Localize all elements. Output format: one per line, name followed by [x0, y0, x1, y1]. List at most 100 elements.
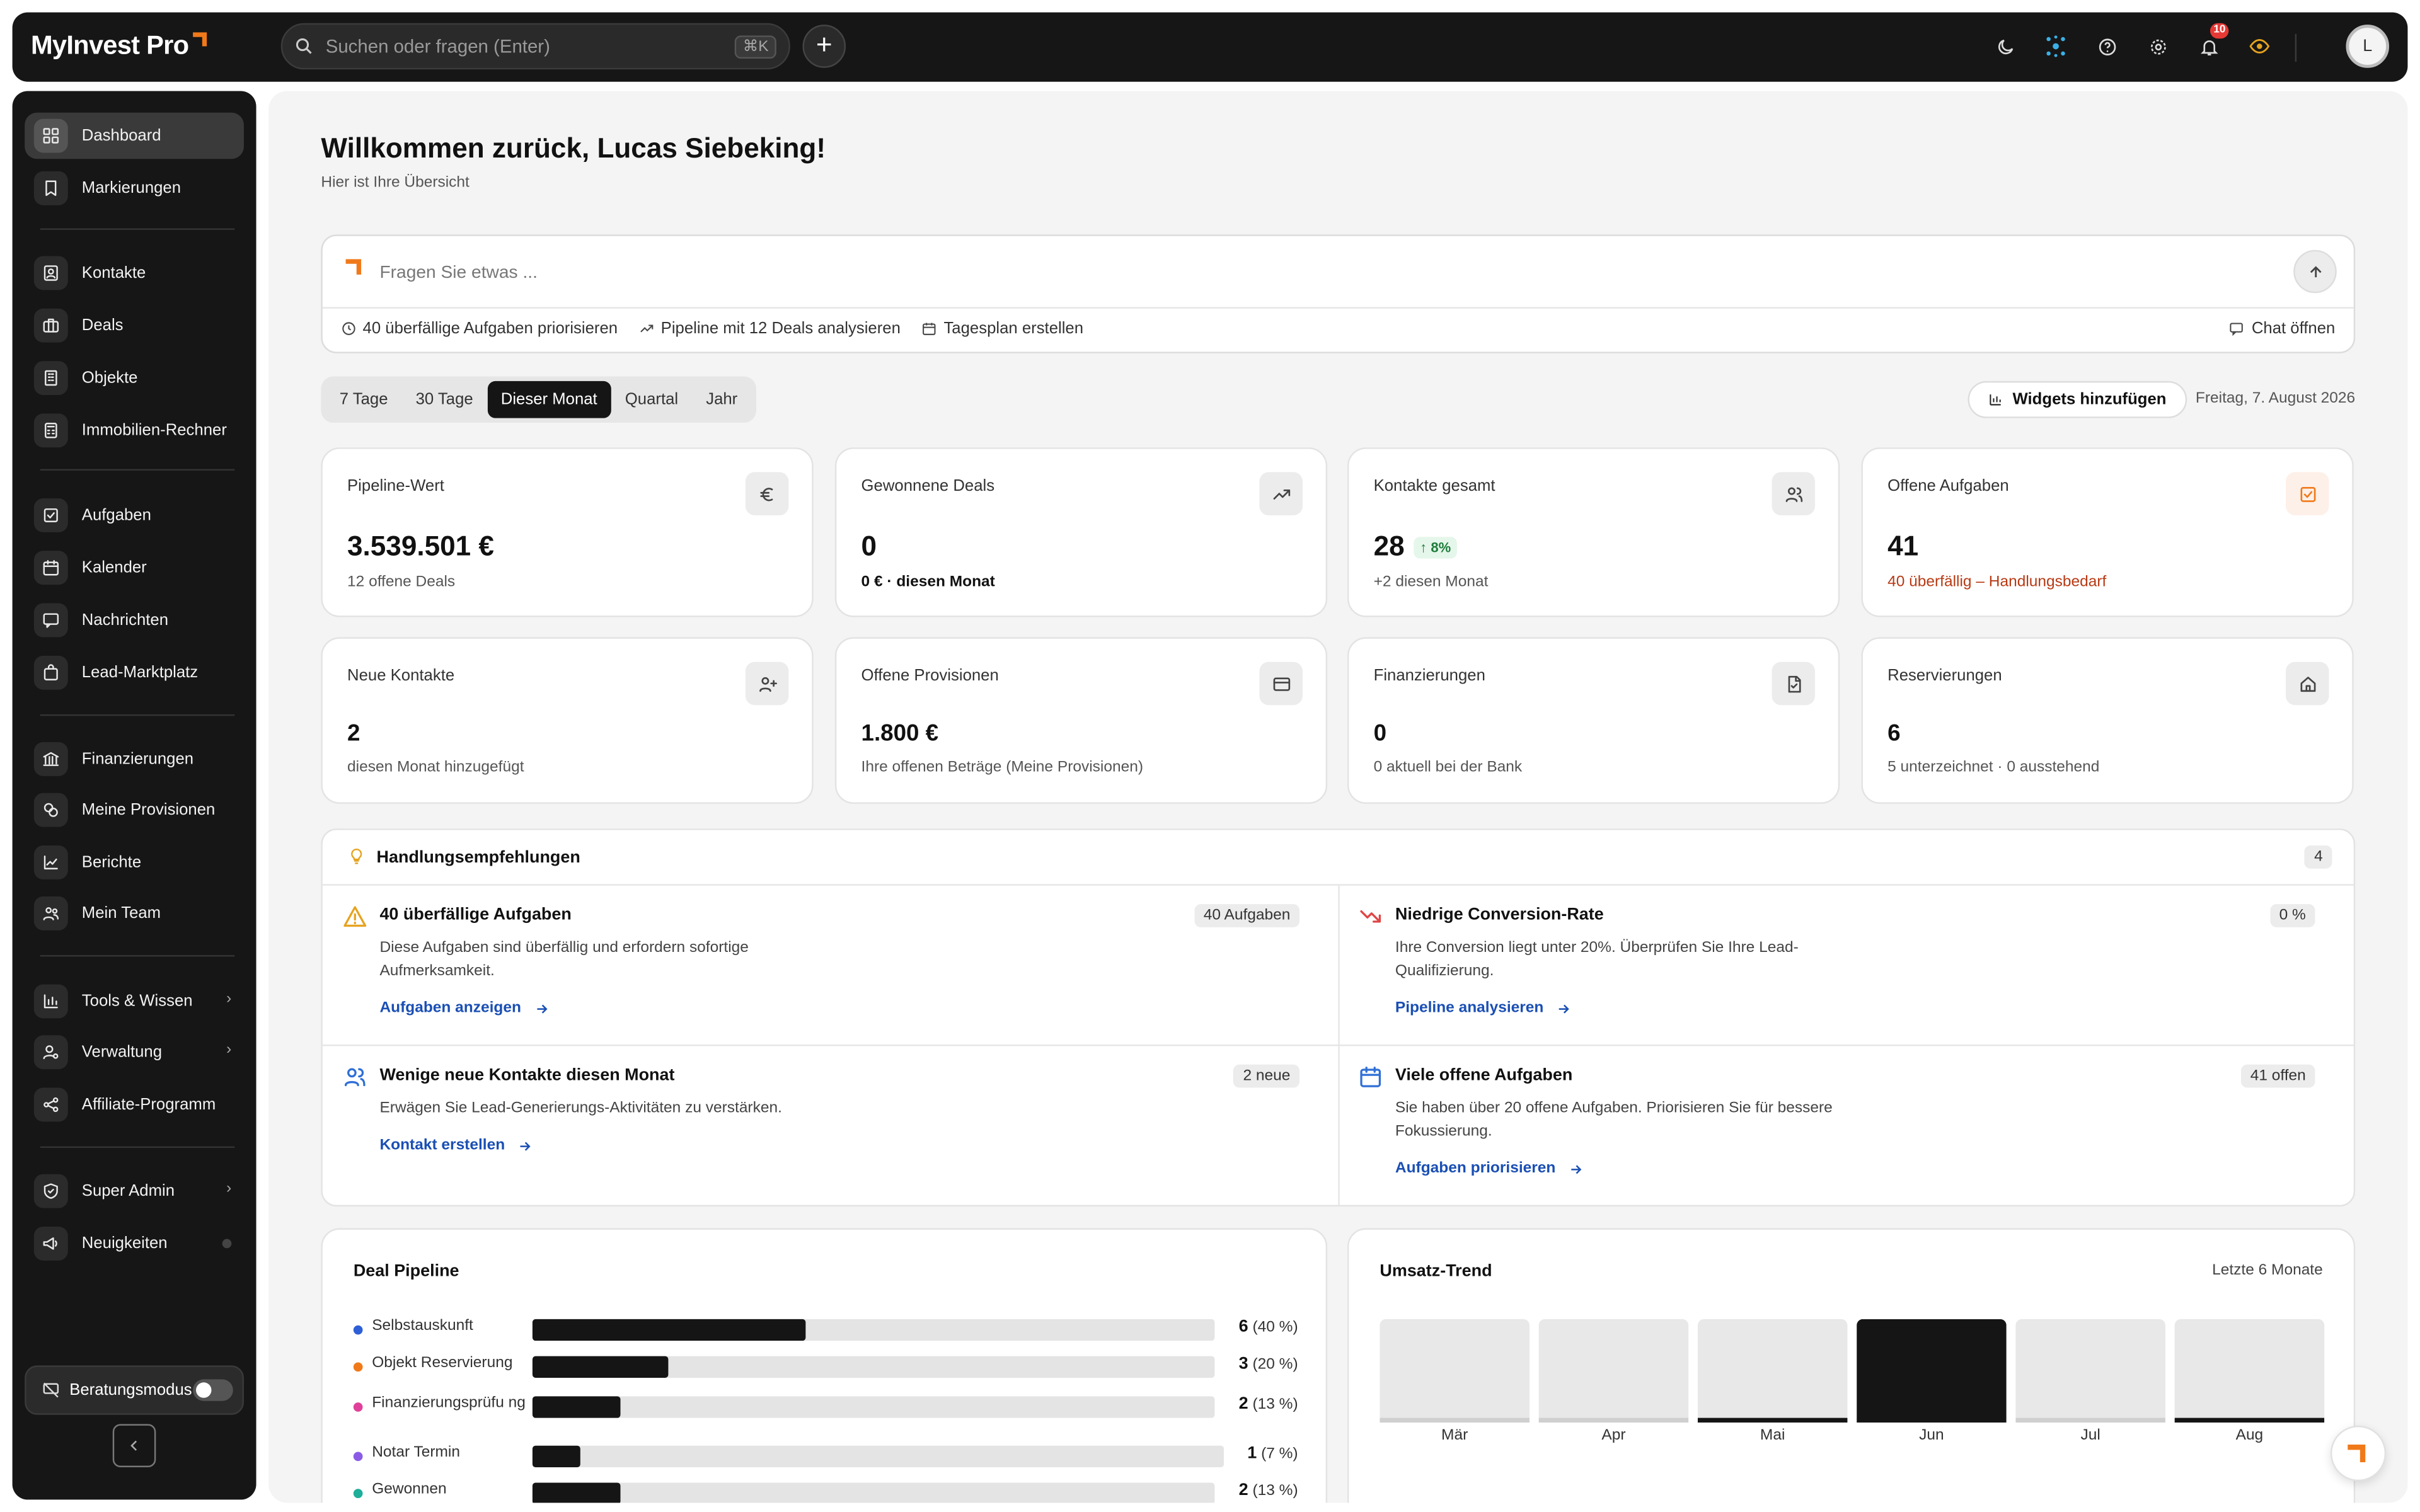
stage-count: 3: [1238, 1354, 1248, 1373]
recommendation-description: Ihre Conversion liegt unter 20%. Überprü…: [1395, 939, 1799, 980]
recommendation-tag: 40 Aufgaben: [1194, 904, 1300, 927]
add-widgets-label: Widgets hinzufügen: [2012, 390, 2167, 409]
trend-bar[interactable]: [1857, 1319, 2007, 1423]
sidebar-item-immobilien-rechner[interactable]: Immobilien-Rechner: [25, 408, 244, 454]
add-widgets-button[interactable]: Widgets hinzufügen: [1968, 381, 2187, 418]
calendar-icon: [923, 323, 936, 335]
ai-assistant-fab[interactable]: [2330, 1425, 2387, 1482]
sidebar-item-deals[interactable]: Deals: [25, 302, 244, 348]
kpi-subtext: 0 € · diesen Monat: [861, 574, 995, 591]
recommendation-link[interactable]: Kontakt erstellen: [379, 1137, 533, 1154]
sidebar-item-super-admin[interactable]: Super Admin ›: [25, 1168, 244, 1214]
quick-action-dayplan[interactable]: Tagesplan erstellen: [922, 319, 1083, 338]
sidebar-item-tools-wissen[interactable]: Tools & Wissen ›: [25, 978, 244, 1024]
deal-pipeline-card: Deal Pipeline Selbstauskunft 6 (40 %) Obje…: [321, 1228, 1328, 1503]
pipeline-row[interactable]: Gewonnen 2 (13 %): [353, 1477, 1298, 1503]
sidebar-item-meine-provisionen[interactable]: Meine Provisionen: [25, 787, 244, 833]
sidebar-item-berichte[interactable]: Berichte: [25, 839, 244, 885]
monitor-off-icon: [43, 1382, 59, 1398]
kpi-card[interactable]: Pipeline-Wert 3.539.501 € 12 offene Deals: [321, 447, 814, 617]
pipeline-row[interactable]: Notar Termin 1 (7 %): [353, 1440, 1298, 1477]
send-button[interactable]: [2293, 249, 2337, 294]
kpi-icon-wrap: [2285, 472, 2329, 515]
sidebar-collapse-button[interactable]: [112, 1424, 156, 1467]
sidebar-item-affiliate-programm[interactable]: Affiliate-Programm: [25, 1082, 244, 1128]
kpi-card[interactable]: Reservierungen 6 5 unterzeichnet · 0 ausst…: [1861, 637, 2354, 804]
nav-icon-wrap: [33, 896, 68, 931]
recommendation-tag: 41 offen: [2241, 1064, 2315, 1088]
range-tab[interactable]: Dieser Monat: [487, 381, 611, 418]
sidebar-item-neuigkeiten[interactable]: Neuigkeiten: [25, 1220, 244, 1266]
kpi-card[interactable]: Offene Provisionen 1.800 € Ihre offenen Be…: [834, 637, 1328, 804]
sidebar-item-mein-team[interactable]: Mein Team: [25, 890, 244, 936]
recommendation-link-label: Aufgaben priorisieren: [1395, 1160, 1556, 1177]
trending-up-icon: [640, 324, 654, 333]
sidebar-item-dashboard[interactable]: Dashboard: [25, 112, 244, 159]
sidebar-item-verwaltung[interactable]: Verwaltung ›: [25, 1029, 244, 1075]
sidebar-item-label: Deals: [81, 316, 124, 335]
settings-gear-icon[interactable]: [2142, 31, 2173, 62]
stage-bar-track: [532, 1482, 1215, 1503]
dark-mode-icon[interactable]: [1990, 31, 2020, 62]
trend-bar[interactable]: [2174, 1319, 2325, 1423]
kpi-card[interactable]: Offene Aufgaben 41 40 überfällig – Handlun…: [1861, 447, 2354, 617]
beratungsmodus-toggle[interactable]: [193, 1379, 233, 1401]
stage-bar-track: [532, 1445, 1224, 1467]
network-icon[interactable]: [2041, 31, 2071, 62]
recommendation-link[interactable]: Pipeline analysieren: [1395, 1000, 1572, 1017]
pipeline-row[interactable]: Selbstauskunft 6 (40 %): [353, 1313, 1298, 1350]
sidebar-item-kalender[interactable]: Kalender: [25, 544, 244, 590]
sidebar-item-markierungen[interactable]: Markierungen: [25, 165, 244, 211]
sidebar-item-finanzierungen[interactable]: Finanzierungen: [25, 736, 244, 782]
sidebar-item-kontakte[interactable]: Kontakte: [25, 250, 244, 296]
trend-bar[interactable]: [1538, 1319, 1689, 1423]
trend-bar[interactable]: [2015, 1319, 2165, 1423]
pipeline-row[interactable]: Objekt Reservierung 3 (20 %): [353, 1350, 1298, 1387]
nav-icon-wrap: [33, 413, 68, 448]
sidebar-item-lead-marktplatz[interactable]: Lead-Marktplatz: [25, 650, 244, 696]
create-button[interactable]: +: [802, 25, 846, 68]
user-avatar[interactable]: L: [2346, 25, 2390, 68]
search-bar[interactable]: Suchen oder fragen (Enter) ⌘K: [280, 23, 790, 70]
kpi-subtext: Ihre offenen Beträge (Meine Provisionen): [861, 759, 1143, 776]
kpi-card[interactable]: Kontakte gesamt 28 ↑ 8% +2 diesen Monat: [1347, 447, 1840, 617]
welcome-heading: Willkommen zurück, Lucas Siebeking!: [321, 132, 826, 164]
nav-icon-wrap: [33, 793, 68, 827]
sidebar-separator: [40, 469, 235, 471]
kpi-title: Pipeline-Wert: [347, 476, 444, 496]
trend-bar[interactable]: [1697, 1319, 1848, 1423]
chat-open-button[interactable]: Chat öffnen: [2228, 319, 2335, 338]
sidebar-item-aufgaben[interactable]: Aufgaben: [25, 492, 244, 538]
pipeline-row[interactable]: Finanzierungsprüfu ng 2 (13 %): [353, 1390, 1298, 1428]
quick-action-analyze[interactable]: Pipeline mit 12 Deals analysieren: [639, 319, 901, 338]
visibility-eye-icon[interactable]: [2244, 31, 2275, 62]
help-icon[interactable]: [2091, 31, 2122, 62]
kpi-card[interactable]: Neue Kontakte 2 diesen Monat hinzugefügt: [321, 637, 814, 804]
kpi-title: Kontakte gesamt: [1373, 476, 1495, 496]
kpi-icon-wrap: [1259, 662, 1303, 706]
trend-bar-base: [1538, 1418, 1689, 1423]
sidebar-item-objekte[interactable]: Objekte: [25, 355, 244, 401]
app-logo[interactable]: MyInvest Pro: [31, 31, 210, 62]
nav-icon-wrap: [33, 984, 68, 1019]
recommendation-tag: 0 %: [2269, 904, 2315, 927]
kpi-card[interactable]: Finanzierungen 0 0 aktuell bei der Bank: [1347, 637, 1840, 804]
notification-bell-icon[interactable]: 10: [2193, 23, 2229, 62]
nav-icon-wrap: [33, 1087, 68, 1122]
recommendation-link[interactable]: Aufgaben anzeigen: [379, 1000, 549, 1017]
kpi-value-text: 3.539.501 €: [347, 530, 494, 562]
range-tab[interactable]: Jahr: [692, 381, 751, 418]
arrow-right-icon: [1571, 1164, 1582, 1174]
quick-action-prioritize[interactable]: 40 überfällige Aufgaben priorisieren: [341, 319, 618, 338]
sidebar-item-nachrichten[interactable]: Nachrichten: [25, 597, 244, 643]
sidebar-separator: [40, 954, 235, 957]
trend-bar[interactable]: [1380, 1319, 1530, 1423]
recommendation-link[interactable]: Aufgaben priorisieren: [1395, 1160, 1584, 1177]
recommendation-description: Sie haben über 20 offene Aufgaben. Prior…: [1395, 1100, 1833, 1140]
beratungsmodus-toggle-row[interactable]: Beratungsmodus: [25, 1365, 244, 1415]
ai-ask-input[interactable]: Fragen Sie etwas ...: [322, 236, 2354, 309]
range-tab[interactable]: Quartal: [611, 381, 692, 418]
range-tab[interactable]: 7 Tage: [326, 381, 402, 418]
range-tab[interactable]: 30 Tage: [402, 381, 487, 418]
kpi-card[interactable]: Gewonnene Deals 0 0 € · diesen Monat: [834, 447, 1328, 617]
